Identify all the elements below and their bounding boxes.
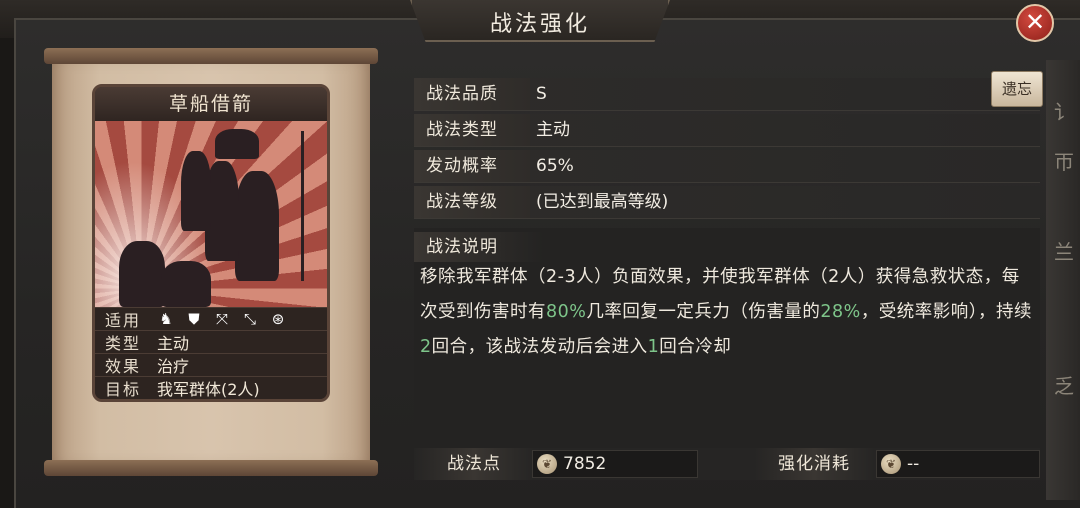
- side-text: 乏: [1054, 374, 1074, 398]
- kneeling-figure: [161, 261, 211, 307]
- side-text: 帀: [1054, 150, 1074, 174]
- info-key: 效果: [104, 357, 141, 376]
- info-key: 类型: [104, 334, 141, 353]
- troop-type-icons: ♞ ⛊ ⤧ ⤡ ⊛: [151, 310, 287, 328]
- cavalry-icon: ♞: [159, 310, 173, 328]
- side-text: 讠: [1054, 100, 1074, 124]
- desc-part: 回合，该战法发动后会进入: [431, 337, 648, 357]
- soldier-figure: [235, 171, 279, 281]
- info-value: 主动: [157, 334, 190, 353]
- spear-icon: ⤡: [243, 310, 256, 328]
- attr-key: 发动概率: [414, 150, 530, 182]
- heal-chance: 80%: [546, 302, 587, 322]
- siege-wheel-icon: ⊛: [271, 310, 285, 328]
- upgrade-cost-label: 强化消耗: [754, 448, 874, 480]
- shield-icon: ⛊: [188, 310, 200, 328]
- attr-value: 65%: [536, 156, 574, 176]
- side-panel-edge: 讠 帀 兰 乏: [1046, 60, 1080, 500]
- attr-key: 战法类型: [414, 114, 530, 146]
- dialog-title: 战法强化: [489, 12, 590, 37]
- desc-part: ，受统率影响），持续: [860, 302, 1033, 322]
- feather-coin-icon: ❦: [881, 454, 901, 474]
- scroll-bottom-rod: [44, 460, 378, 476]
- cooldown-turns: 1: [647, 337, 660, 357]
- skill-illustration: [95, 121, 327, 307]
- upgrade-cost-box: ❦ --: [876, 450, 1040, 478]
- duration-turns: 2: [420, 337, 432, 357]
- desc-part: 几率回复一定兵力（伤害量的: [586, 302, 821, 322]
- attr-value: S: [536, 84, 547, 104]
- soldier-figure: [181, 151, 211, 231]
- description-heading: 战法说明: [414, 232, 544, 262]
- description-text: 移除我军群体（2-3人）负面效果，并使我军群体（2人）获得急救状态，每次受到伤害…: [420, 260, 1036, 365]
- info-key: 目标: [104, 380, 141, 399]
- attr-key: 战法品质: [414, 78, 530, 110]
- skill-name: 草船借箭: [95, 87, 327, 121]
- info-key: 适用: [104, 311, 141, 330]
- desc-part: 回合冷却: [659, 337, 732, 357]
- attr-row-level: 战法等级 (已达到最高等级): [414, 186, 1040, 219]
- soldier-figure: [215, 129, 259, 159]
- bow-icon: ⤧: [215, 310, 228, 328]
- side-text: 兰: [1054, 240, 1074, 264]
- attr-row-probability: 发动概率 65%: [414, 150, 1040, 183]
- info-row-troops: 适用 ♞ ⛊ ⤧ ⤡ ⊛: [95, 307, 327, 330]
- description-panel: 战法说明 移除我军群体（2-3人）负面效果，并使我军群体（2人）获得急救状态，每…: [414, 228, 1040, 440]
- tactic-points-label: 战法点: [414, 448, 534, 480]
- spear: [301, 131, 304, 281]
- tactic-points-value: 7852: [563, 454, 607, 474]
- points-bar: 战法点 ❦ 7852 强化消耗 ❦ --: [414, 448, 1040, 480]
- upgrade-cost-value: --: [907, 454, 920, 474]
- info-row-effect: 效果 治疗: [95, 353, 327, 376]
- feather-coin-icon: ❦: [537, 454, 557, 474]
- attr-row-type: 战法类型 主动: [414, 114, 1040, 147]
- forget-button[interactable]: 遗忘: [991, 71, 1043, 107]
- attr-value: (已达到最高等级): [536, 192, 669, 212]
- info-value: 治疗: [157, 357, 190, 376]
- info-value: 我军群体(2人): [157, 380, 260, 399]
- close-button[interactable]: ✕: [1016, 4, 1054, 42]
- attr-row-quality: 战法品质 S: [414, 78, 1040, 111]
- skill-card: 草船借箭 适用 ♞ ⛊ ⤧ ⤡ ⊛ 类型 主动 效果 治疗 目标 我军群体(2人…: [92, 84, 330, 402]
- tactic-points-box: ❦ 7852: [532, 450, 698, 478]
- attr-value: 主动: [536, 120, 570, 140]
- scroll-top-rod: [44, 48, 378, 64]
- info-row-target: 目标 我军群体(2人): [95, 376, 327, 399]
- heal-ratio: 28%: [820, 302, 861, 322]
- skill-info: 适用 ♞ ⛊ ⤧ ⤡ ⊛ 类型 主动 效果 治疗 目标 我军群体(2人): [95, 307, 327, 399]
- info-row-type: 类型 主动: [95, 330, 327, 353]
- attr-key: 战法等级: [414, 186, 530, 218]
- close-icon: ✕: [1024, 8, 1046, 36]
- kneeling-figure: [119, 241, 165, 307]
